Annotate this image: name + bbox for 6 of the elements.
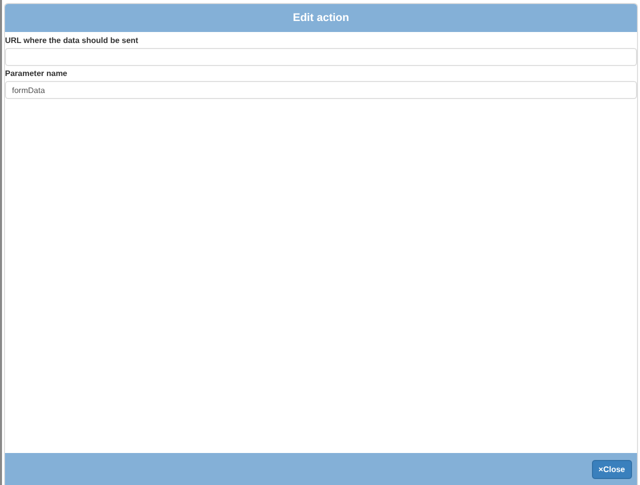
field-label: Parameter name — [5, 68, 68, 80]
input-field[interactable]: formData — [5, 81, 637, 99]
field-label: URL where the data should be sent — [5, 35, 140, 47]
input-field[interactable] — [5, 48, 637, 66]
close-button[interactable]: ×Close — [592, 460, 632, 478]
dialog-title: Edit action — [292, 12, 350, 24]
